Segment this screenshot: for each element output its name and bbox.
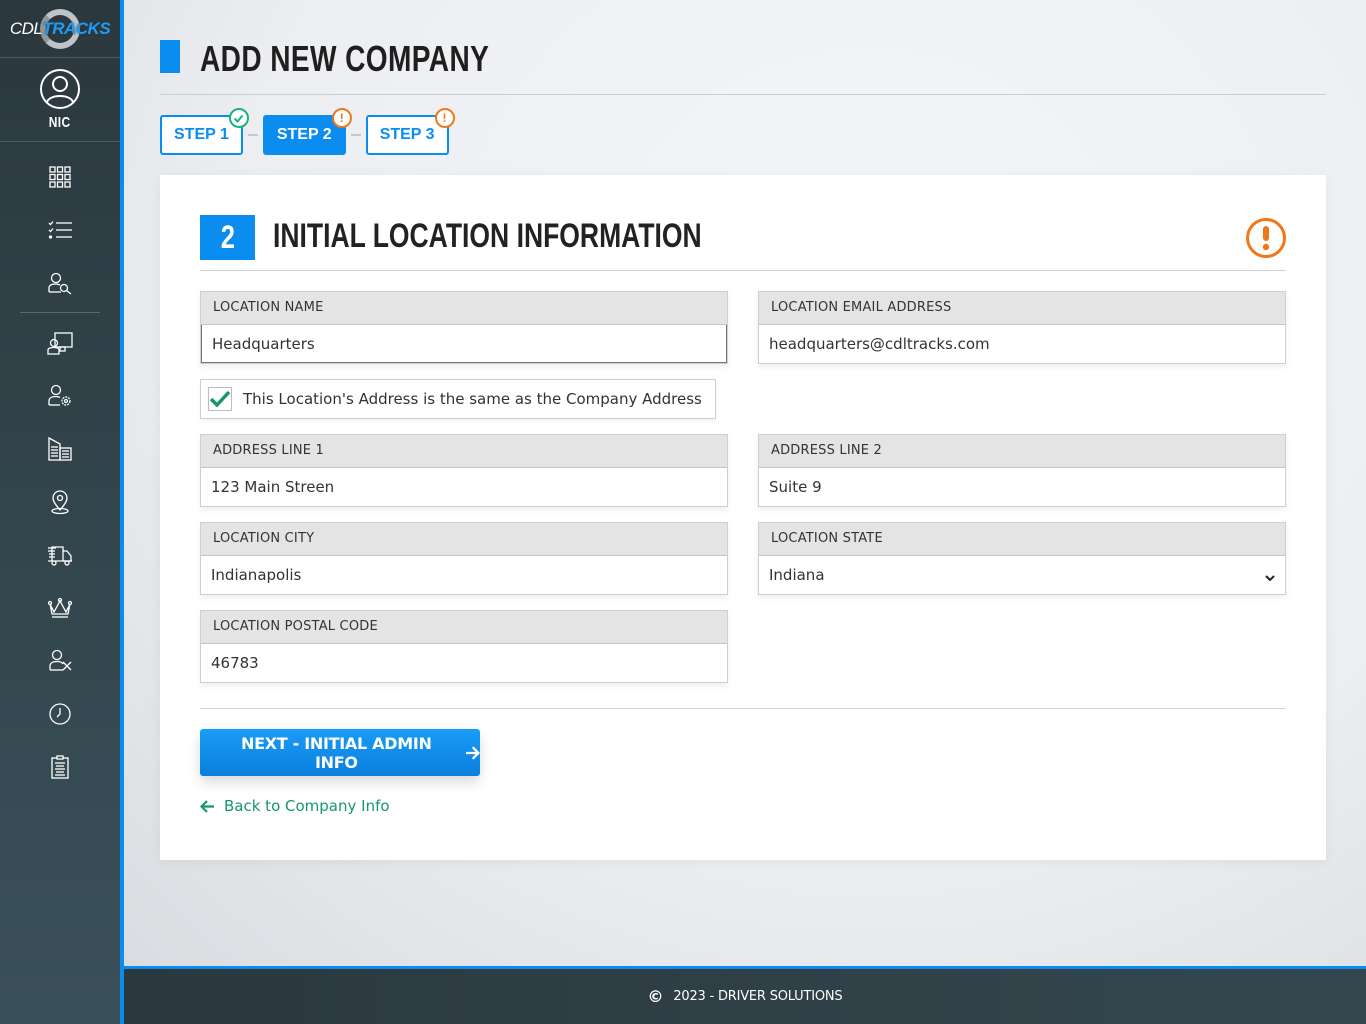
step-2-tab[interactable]: STEP 2 ! [262, 108, 352, 155]
footer: © 2023 - DRIVER SOLUTIONS [124, 966, 1366, 1024]
step-1-tab[interactable]: STEP 1 [160, 108, 249, 155]
sidebar-item-user-settings[interactable] [0, 369, 120, 422]
next-button[interactable]: NEXT - INITIAL ADMIN INFO [200, 729, 480, 776]
user-name: NIC [49, 114, 71, 131]
sidebar-divider [20, 312, 100, 313]
user-settings-icon [48, 384, 71, 406]
location-name-field: LOCATION NAME [200, 291, 728, 364]
section-title: INITIAL LOCATION INFORMATION [273, 217, 702, 255]
crown-icon [47, 597, 73, 618]
address-line-1-input[interactable] [201, 468, 727, 506]
title-marker [160, 40, 180, 73]
sidebar-item-history[interactable] [0, 687, 120, 740]
user-profile[interactable]: NIC [0, 58, 120, 142]
address-line-2-field: ADDRESS LINE 2 [758, 434, 1286, 507]
clock-icon [49, 702, 71, 725]
form-divider [200, 708, 1286, 709]
buildings-icon [48, 436, 72, 461]
same-address-label: This Location's Address is the same as t… [243, 390, 702, 408]
arrow-right-icon [465, 745, 480, 760]
arrow-left-icon [200, 799, 214, 813]
sidebar-nav [0, 142, 120, 793]
location-email-input[interactable] [759, 325, 1285, 363]
step-3-tab[interactable]: STEP 3 ! [365, 108, 455, 155]
address-line-1-label: ADDRESS LINE 1 [201, 435, 727, 468]
state-label: LOCATION STATE [759, 523, 1285, 556]
step-tracker: STEP 1 STEP 2 ! STEP 3 ! [160, 108, 455, 155]
location-email-field: LOCATION EMAIL ADDRESS [758, 291, 1286, 364]
check-circle-icon [228, 108, 249, 128]
user-presentation-icon [47, 331, 73, 355]
postal-code-input[interactable] [201, 644, 727, 682]
location-email-label: LOCATION EMAIL ADDRESS [759, 292, 1285, 325]
same-address-checkbox[interactable] [208, 387, 232, 411]
footer-text: 2023 - DRIVER SOLUTIONS [673, 989, 843, 1004]
clipboard-icon [51, 754, 69, 779]
address-line-2-input[interactable] [759, 468, 1285, 506]
warning-icon [1246, 218, 1286, 258]
address-line-1-field: ADDRESS LINE 1 [200, 434, 728, 507]
location-pin-icon [51, 489, 69, 514]
step-3-label: STEP 3 [379, 126, 435, 143]
step-1-label: STEP 1 [174, 126, 229, 143]
postal-code-field: LOCATION POSTAL CODE [200, 610, 728, 683]
state-field: LOCATION STATE Indiana [758, 522, 1286, 595]
sidebar-item-training[interactable] [0, 316, 120, 369]
sidebar-item-companies[interactable] [0, 422, 120, 475]
section-number: 2 [200, 215, 255, 260]
address-line-2-label: ADDRESS LINE 2 [759, 435, 1285, 468]
page-title: ADD NEW COMPANY [200, 38, 490, 79]
state-select[interactable]: Indiana [759, 556, 1285, 594]
sidebar-item-dashboard[interactable] [0, 150, 120, 203]
checkmark-icon [209, 390, 231, 408]
sidebar-item-reports[interactable] [0, 740, 120, 793]
checklist-icon [48, 220, 72, 239]
sidebar-item-user-search[interactable] [0, 256, 120, 309]
step-2-label: STEP 2 [276, 126, 332, 143]
sidebar-item-locations[interactable] [0, 475, 120, 528]
same-address-checkbox-row[interactable]: This Location's Address is the same as t… [200, 379, 716, 419]
location-name-label: LOCATION NAME [201, 292, 727, 325]
logo-text-cdl: CDL [9, 18, 43, 38]
warning-circle-icon: ! [434, 108, 455, 128]
user-remove-icon [49, 649, 72, 671]
city-input[interactable] [201, 556, 727, 594]
page-header: ADD NEW COMPANY [160, 38, 1326, 95]
sidebar-item-trucks[interactable] [0, 528, 120, 581]
truck-icon [48, 545, 72, 566]
city-label: LOCATION CITY [201, 523, 727, 556]
logo[interactable]: CDLTRACKS [0, 0, 120, 58]
sidebar: CDLTRACKS NIC [0, 0, 120, 1024]
location-name-input[interactable] [201, 325, 727, 363]
section-header: 2 INITIAL LOCATION INFORMATION [200, 215, 1286, 271]
next-button-label: NEXT - INITIAL ADMIN INFO [241, 733, 432, 772]
sidebar-item-checklist[interactable] [0, 203, 120, 256]
user-avatar-icon [40, 69, 80, 109]
main-content: ADD NEW COMPANY STEP 1 STEP 2 ! STEP 3 !… [124, 0, 1366, 966]
dashboard-grid-icon [49, 165, 71, 188]
warning-circle-icon: ! [331, 108, 352, 128]
back-link-label: Back to Company Info [224, 797, 390, 815]
postal-code-label: LOCATION POSTAL CODE [201, 611, 727, 644]
city-field: LOCATION CITY [200, 522, 728, 595]
user-search-icon [48, 272, 72, 295]
sidebar-item-premium[interactable] [0, 581, 120, 634]
copyright-icon: © [647, 987, 664, 1006]
step-connector [247, 134, 258, 136]
form-card: 2 INITIAL LOCATION INFORMATION LOCATION … [160, 175, 1326, 860]
sidebar-item-remove-user[interactable] [0, 634, 120, 687]
logo-text-tracks: TRACKS [42, 18, 111, 38]
back-link[interactable]: Back to Company Info [200, 797, 390, 815]
step-connector [350, 134, 361, 136]
